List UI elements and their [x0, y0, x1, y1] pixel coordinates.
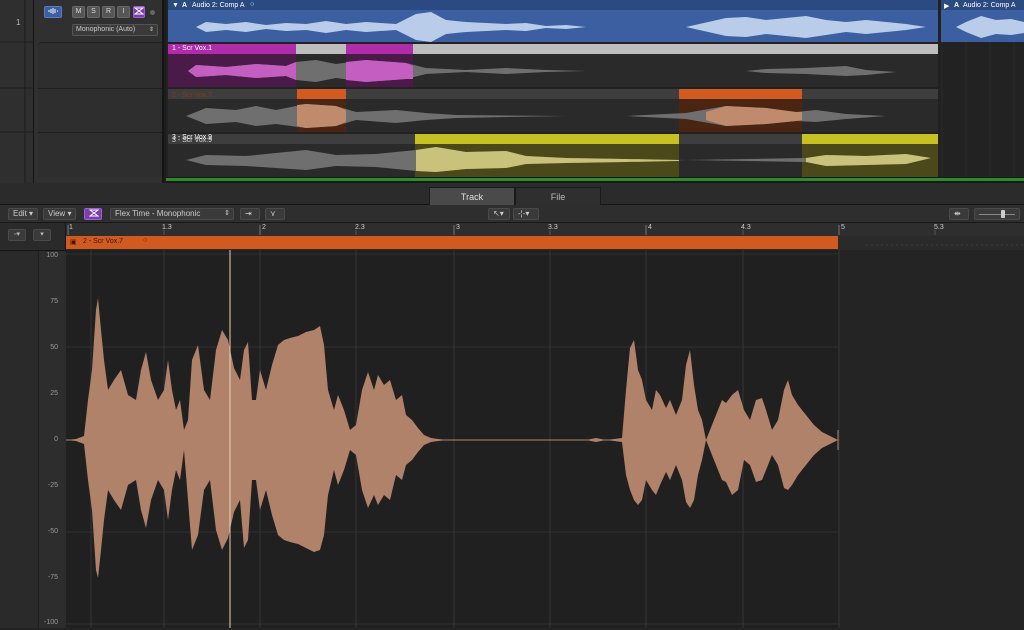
y-label-neg75: -75	[47, 574, 58, 581]
editor-toolbar: Edit ▾ View ▾ Flex Time - Monophonic ⇕ ⇥…	[0, 205, 1024, 223]
snap-menu-button[interactable]: ▾	[33, 229, 51, 241]
y-label-25: 25	[50, 390, 58, 397]
waveform-zoom-button[interactable]: ⇼	[949, 208, 969, 220]
comp-region-label: Audio 2: Comp A	[192, 2, 245, 9]
y-label-neg100: -100	[43, 619, 58, 626]
updown-arrows-icon: ⇕	[148, 27, 154, 33]
region-info-icon: ▫▾	[14, 231, 20, 238]
ruler-label-1: 1	[69, 224, 73, 231]
take-header-3	[38, 132, 162, 177]
editor-left-column: ▫▾ ▾ 100 75 50 25 0 -25 -50 -75 -100	[0, 223, 66, 628]
take1-selected-b[interactable]	[346, 44, 413, 54]
region-circle-icon: ○	[143, 237, 148, 244]
waveform-icon	[48, 8, 58, 14]
waveform-canvas	[66, 250, 1024, 628]
y-label-75: 75	[50, 298, 58, 305]
edit-menu[interactable]: Edit ▾	[8, 208, 39, 220]
ruler-label-3: 3	[456, 224, 460, 231]
take-folder-regions: 2 - Scr Vox.7 3 - Scr Vox.9	[168, 0, 1024, 183]
track-icon-button[interactable]	[44, 6, 62, 18]
crosshair-icon: -¦-▾	[518, 209, 530, 218]
editor-tab-bar: Track File	[0, 183, 1024, 205]
flex-hourglass-icon	[88, 209, 100, 217]
ruler-label-1-3: 1.3	[162, 224, 172, 231]
take3-selected-b[interactable]	[802, 134, 938, 144]
tab-file[interactable]: File	[515, 187, 601, 205]
y-label-neg25: -25	[47, 482, 58, 489]
y-label-neg50: -50	[47, 528, 58, 535]
flex-button[interactable]	[133, 6, 145, 18]
track-number-column: 1	[0, 0, 34, 183]
waveform-zoom-icon: ⇼	[954, 209, 961, 218]
region-info-button[interactable]: ▫▾	[8, 229, 26, 241]
edit-menu-label: Edit	[13, 209, 27, 218]
chevron-down-icon: ▾	[67, 209, 72, 218]
ruler-label-5: 5	[841, 224, 845, 231]
take2-selected-b[interactable]	[679, 89, 802, 99]
input-monitor-button[interactable]: I	[117, 6, 130, 18]
chevron-down-icon: ▾	[40, 231, 44, 238]
loop-circle-icon: ○	[250, 1, 255, 8]
zoom-slider-thumb[interactable]	[1001, 210, 1005, 218]
ruler-label-5-3: 5.3	[934, 224, 944, 231]
track-header[interactable]: M S R I Monophonic (Auto) ⇕	[34, 0, 164, 183]
ruler-label-3-3: 3.3	[548, 224, 558, 231]
record-indicator-icon	[150, 10, 155, 15]
view-menu-label: View	[48, 209, 66, 218]
updown-arrows-icon: ⇕	[224, 210, 230, 217]
audio-track-editor: Track File Edit ▾ View ▾ Flex Time - Mon…	[0, 183, 1024, 628]
take-header-2	[38, 88, 162, 132]
comp-region-label-right: Audio 2: Comp A	[963, 2, 1016, 9]
pointer-tool-menu[interactable]: ↖▾	[488, 208, 510, 220]
y-axis-scale: 100 75 50 25 0 -25 -50 -75 -100	[38, 251, 66, 628]
catch-button[interactable]: ⇥	[240, 208, 260, 220]
editor-region-bar[interactable]	[66, 236, 838, 249]
zoom-slider[interactable]	[974, 208, 1020, 220]
secondary-tool-menu[interactable]: -¦-▾	[513, 208, 539, 220]
flex-toggle-button[interactable]	[84, 208, 102, 220]
arrange-area[interactable]: 2 - Scr Vox.7 3 - Scr Vox.9 ▼ A Audio 2:…	[166, 0, 1024, 183]
solo-button[interactable]: S	[87, 6, 100, 18]
tab-track[interactable]: Track	[429, 187, 515, 205]
flex-hourglass-icon	[133, 7, 145, 15]
flex-mode-select[interactable]: Monophonic (Auto) ⇕	[72, 24, 158, 36]
ruler-ticks	[66, 223, 1024, 249]
flex-mode-dropdown-label: Flex Time - Monophonic	[115, 209, 201, 218]
filter-button[interactable]: ⋎	[265, 208, 285, 220]
editor-ruler[interactable]: 1 1.3 2 2.3 3 3.3 4 4.3 5 5.3 ▣ 2 - Scr …	[66, 223, 1024, 250]
ruler-label-2: 2	[262, 224, 266, 231]
pointer-icon: ↖▾	[493, 209, 504, 218]
take-header-1	[38, 42, 162, 88]
ruler-label-4: 4	[648, 224, 652, 231]
take1-label: 1 - Scr Vox.1	[172, 45, 213, 52]
comp-right-triangle-icon[interactable]: ▶	[944, 2, 949, 10]
flex-mode-dropdown[interactable]: Flex Time - Monophonic ⇕	[110, 208, 234, 220]
comp-a-badge: A	[182, 2, 188, 9]
y-label-50: 50	[50, 344, 58, 351]
view-menu[interactable]: View ▾	[43, 208, 77, 220]
region-loop-icon: ▣	[70, 239, 77, 246]
ruler-label-4-3: 4.3	[741, 224, 751, 231]
filter-icon: ⋎	[270, 209, 276, 218]
chevron-down-icon: ▾	[29, 209, 34, 218]
record-enable-button[interactable]: R	[102, 6, 115, 18]
track-number: 1	[16, 18, 21, 27]
ruler-label-2-3: 2.3	[355, 224, 365, 231]
take2-selected-a[interactable]	[297, 89, 346, 99]
editor-region-label: 2 - Scr Vox.7	[83, 238, 124, 245]
catch-icon: ⇥	[245, 209, 252, 218]
track-number-lines	[0, 0, 34, 183]
comp-triangle-icon[interactable]: ▼	[172, 2, 179, 9]
flex-mode-select-label: Monophonic (Auto)	[76, 26, 136, 33]
comp-a-badge-right: A	[954, 2, 960, 9]
waveform-editor[interactable]	[66, 250, 1024, 628]
take2-label-muted: 2 - Scr Vox.7	[172, 92, 212, 99]
y-label-0: 0	[54, 436, 58, 443]
mute-button[interactable]: M	[72, 6, 85, 18]
tracks-area: 1 M S R I Monophonic (Auto) ⇕ 2 - Scr Vo…	[0, 0, 1024, 183]
take3-label: 3 - Scr Vox.9	[172, 134, 213, 141]
y-label-100: 100	[46, 252, 58, 259]
take3-selected-a[interactable]	[415, 134, 679, 144]
